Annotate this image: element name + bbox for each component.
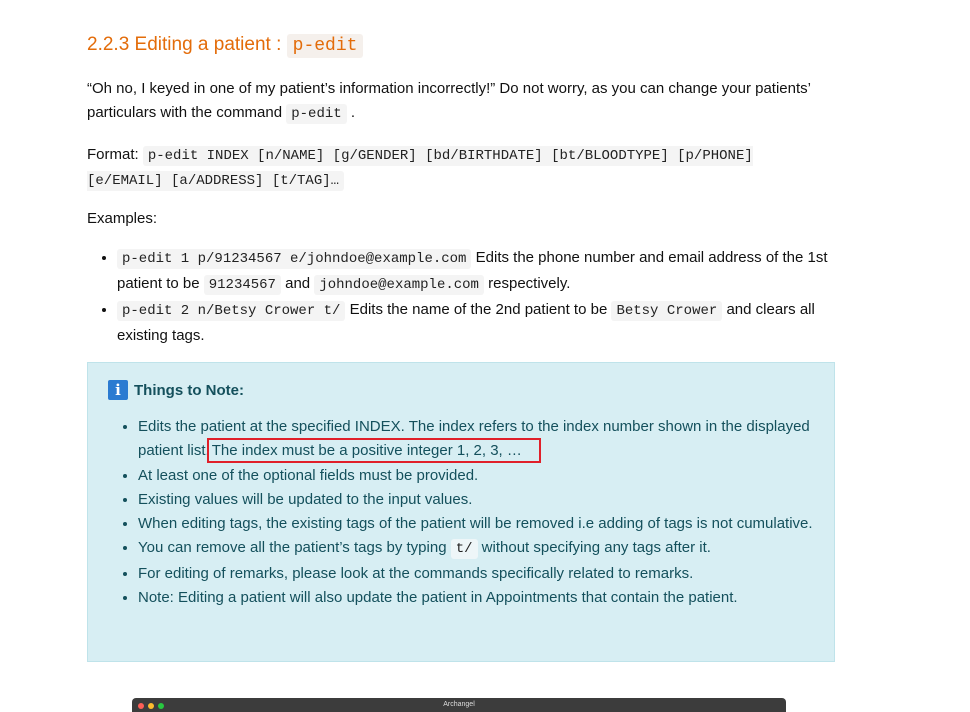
format-code: p-edit INDEX [n/NAME] [g/GENDER] [bd/BIR… bbox=[87, 146, 753, 191]
example-code: p-edit 2 n/Betsy Crower t/ bbox=[117, 301, 346, 321]
example-code: johndoe@example.com bbox=[314, 274, 484, 295]
section-title: 2.2.3 Editing a patient : p-edit bbox=[87, 34, 364, 58]
notes-list: Edits the patient at the specified INDEX… bbox=[108, 415, 828, 610]
format-label: Format: bbox=[87, 146, 143, 163]
intro-code: p-edit bbox=[286, 104, 347, 124]
note-item: Note: Editing a patient will also update… bbox=[138, 586, 828, 610]
section-title-text: 2.2.3 Editing a patient : bbox=[87, 34, 287, 55]
note-text: You can remove all the patient’s tags by… bbox=[138, 539, 451, 557]
format-paragraph: Format: p-edit INDEX [n/NAME] [g/GENDER]… bbox=[87, 143, 827, 193]
note-item: You can remove all the patient’s tags by… bbox=[138, 536, 828, 561]
info-icon: i bbox=[108, 380, 128, 400]
example-text: Edits the name of the 2nd patient to be bbox=[345, 301, 612, 318]
note-text: without specifying any tags after it. bbox=[477, 539, 711, 557]
note-item: For editing of remarks, please look at t… bbox=[138, 562, 828, 586]
note-item: Existing values will be updated to the i… bbox=[138, 488, 828, 512]
example-item: p-edit 1 p/91234567 e/johndoe@example.co… bbox=[117, 246, 837, 297]
example-item: p-edit 2 n/Betsy Crower t/ Edits the nam… bbox=[117, 298, 837, 348]
highlighted-note-text: The index must be a positive integer 1, … bbox=[206, 438, 541, 464]
app-window-title: Archangel bbox=[443, 701, 475, 708]
note-header: i Things to Note: bbox=[108, 380, 244, 400]
intro-end: . bbox=[350, 104, 356, 121]
intro-text: “Oh no, I keyed in one of my patient’s i… bbox=[87, 80, 811, 121]
intro-paragraph: “Oh no, I keyed in one of my patient’s i… bbox=[87, 77, 827, 126]
example-code: p-edit 1 p/91234567 e/johndoe@example.co… bbox=[117, 249, 472, 269]
note-item: Edits the patient at the specified INDEX… bbox=[138, 415, 828, 464]
section-title-code: p-edit bbox=[286, 34, 364, 58]
example-code: Betsy Crower bbox=[611, 301, 723, 321]
example-code: 91234567 bbox=[203, 274, 281, 295]
note-item: At least one of the optional fields must… bbox=[138, 464, 828, 488]
examples-label: Examples: bbox=[87, 210, 158, 227]
note-title: Things to Note: bbox=[134, 381, 244, 399]
note-item: When editing tags, the existing tags of … bbox=[138, 512, 828, 536]
example-text: respectively. bbox=[483, 274, 571, 292]
examples-list: p-edit 1 p/91234567 e/johndoe@example.co… bbox=[87, 246, 837, 349]
app-window-titlebar: Archangel bbox=[132, 698, 786, 712]
example-text: and bbox=[280, 274, 315, 292]
note-code: t/ bbox=[450, 539, 478, 560]
things-to-note-box: i Things to Note: Edits the patient at t… bbox=[87, 362, 835, 662]
